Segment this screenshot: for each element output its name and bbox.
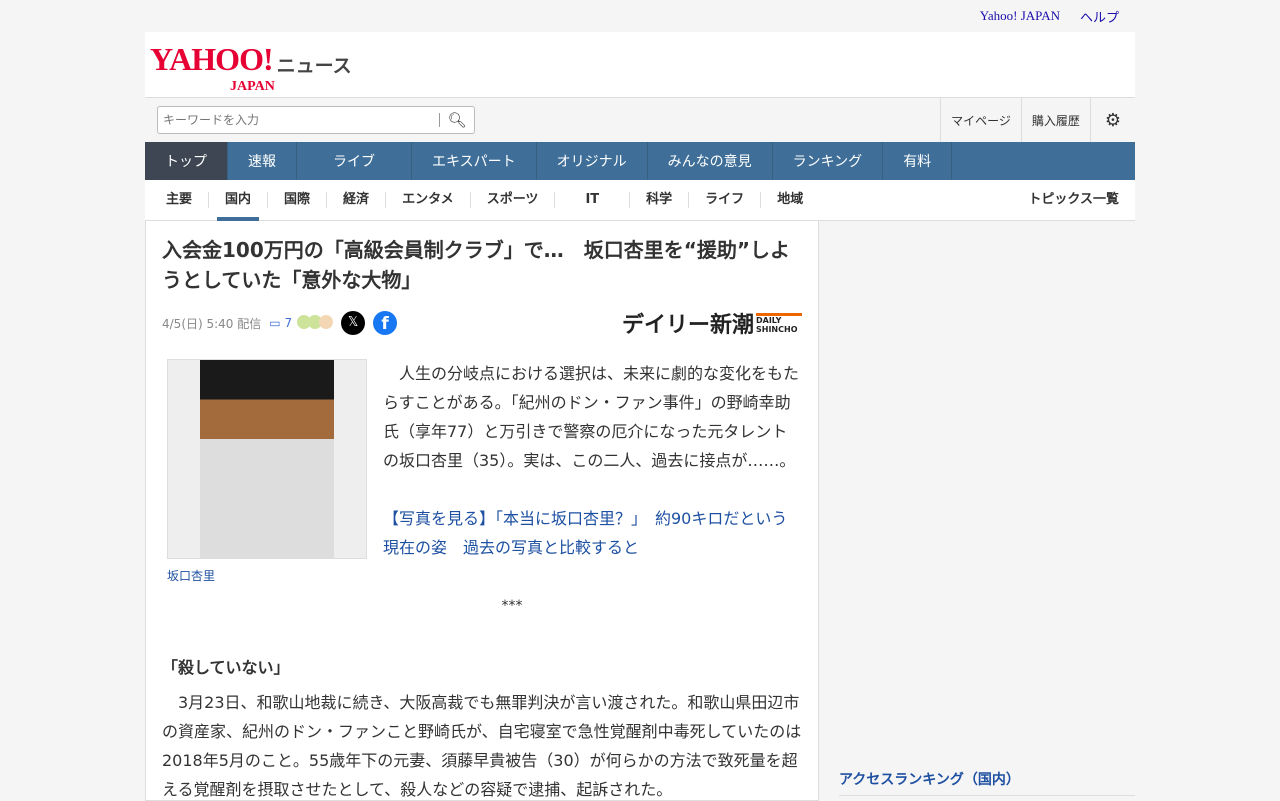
article-photo[interactable] — [167, 359, 367, 559]
facebook-share-icon[interactable]: f — [373, 311, 398, 335]
tab-it[interactable]: IT — [555, 192, 631, 208]
source-name: デイリー新潮 — [621, 313, 754, 338]
comments-link[interactable]: ▭ 7 — [269, 316, 292, 330]
gnav-paid[interactable]: 有料 — [883, 142, 953, 180]
comment-icon: ▭ — [269, 316, 281, 330]
yahoo-news-logo[interactable]: YAHOO! JAPAN ニュース — [150, 43, 352, 94]
article-meta: 4/5(日) 5:40 配信 ▭ 7 𝕏 f デイリー新潮 DAILY SHIN… — [162, 307, 802, 339]
article-title: 入会金100万円の「高級会員制クラブ」で… 坂口杏里を“援助”しようとしていた「… — [162, 238, 791, 292]
gnav-original[interactable]: オリジナル — [537, 142, 648, 180]
x-share-icon[interactable]: 𝕏 — [341, 311, 366, 335]
photo-caption[interactable]: 坂口杏里 — [167, 567, 367, 584]
gear-icon[interactable]: ⚙ — [1089, 98, 1135, 142]
logo-area: YAHOO! JAPAN ニュース — [145, 32, 1135, 98]
source-name-en: DAILY SHINCHO — [756, 312, 802, 334]
reaction-icons — [297, 314, 334, 332]
sub-nav: 主要 国内 国際 経済 エンタメ スポーツ IT 科学 ライフ 地域 トピックス… — [145, 180, 1135, 221]
search-input[interactable] — [158, 113, 439, 127]
section-heading: 「殺していない」 — [162, 658, 290, 677]
separator-stars: *** — [501, 598, 523, 614]
tab-main[interactable]: 主要 — [150, 192, 210, 208]
logo-yahoo: YAHOO! — [150, 40, 274, 77]
logo-japan: JAPAN — [230, 78, 275, 94]
global-nav: トップ 速報 ライブ エキスパート オリジナル みんなの意見 ランキング 有料 — [145, 142, 1135, 180]
photo-link[interactable]: 【写真を見る】「本当に坂口杏里？」 約90キロだという現在の姿 過去の写真と比較… — [383, 504, 802, 562]
gnav-live[interactable]: ライブ — [297, 142, 412, 180]
publish-date: 4/5(日) 5:40 配信 — [162, 316, 262, 331]
tab-life[interactable]: ライフ — [689, 192, 762, 208]
article: 入会金100万円の「高級会員制クラブ」で… 坂口杏里を“援助”しようとしていた「… — [145, 221, 819, 801]
tab-sports[interactable]: スポーツ — [471, 192, 556, 208]
source-logo[interactable]: デイリー新潮 DAILY SHINCHO — [622, 307, 802, 339]
lead-text: 人生の分岐点における選択は、未来に劇的な変化をもたらすことがある。「紀州のドン・… — [383, 364, 800, 470]
gnav-expert[interactable]: エキスパート — [412, 142, 537, 180]
sidebar: アクセスランキング（国内） — [835, 221, 1135, 801]
header: Yahoo! JAPAN ヘルプ YAHOO! JAPAN ニュース 🔍︎ マイ… — [145, 0, 1135, 221]
topics-list-link[interactable]: トピックス一覧 — [1012, 192, 1135, 208]
tab-entertainment[interactable]: エンタメ — [386, 192, 471, 208]
gnav-breaking[interactable]: 速報 — [228, 142, 297, 180]
tab-local[interactable]: 地域 — [761, 192, 819, 208]
tab-science[interactable]: 科学 — [630, 192, 690, 208]
access-ranking-heading[interactable]: アクセスランキング（国内） — [839, 769, 1135, 796]
gnav-ranking[interactable]: ランキング — [773, 142, 884, 180]
tab-international[interactable]: 国際 — [268, 192, 328, 208]
gnav-top[interactable]: トップ — [145, 142, 228, 180]
tab-domestic[interactable]: 国内 — [209, 192, 269, 221]
logo-news: ニュース — [276, 55, 352, 77]
yahoo-japan-link[interactable]: Yahoo! JAPAN — [980, 8, 1060, 24]
help-link[interactable]: ヘルプ — [1080, 7, 1119, 26]
tab-economy[interactable]: 経済 — [327, 192, 387, 208]
purchase-history-link[interactable]: 購入履歴 — [1020, 98, 1090, 142]
comment-count: 7 — [284, 316, 293, 330]
paragraph: 3月23日、和歌山地裁に続き、大阪高裁でも無罪判決が言い渡された。和歌山県田辺市… — [162, 693, 802, 799]
mypage-link[interactable]: マイページ — [940, 98, 1021, 142]
gnav-opinion[interactable]: みんなの意見 — [648, 142, 773, 180]
search-row: 🔍︎ マイページ 購入履歴 ⚙ — [145, 98, 1135, 142]
search-box: 🔍︎ — [157, 106, 475, 134]
search-icon[interactable]: 🔍︎ — [440, 111, 474, 129]
top-bar: Yahoo! JAPAN ヘルプ — [145, 0, 1135, 32]
